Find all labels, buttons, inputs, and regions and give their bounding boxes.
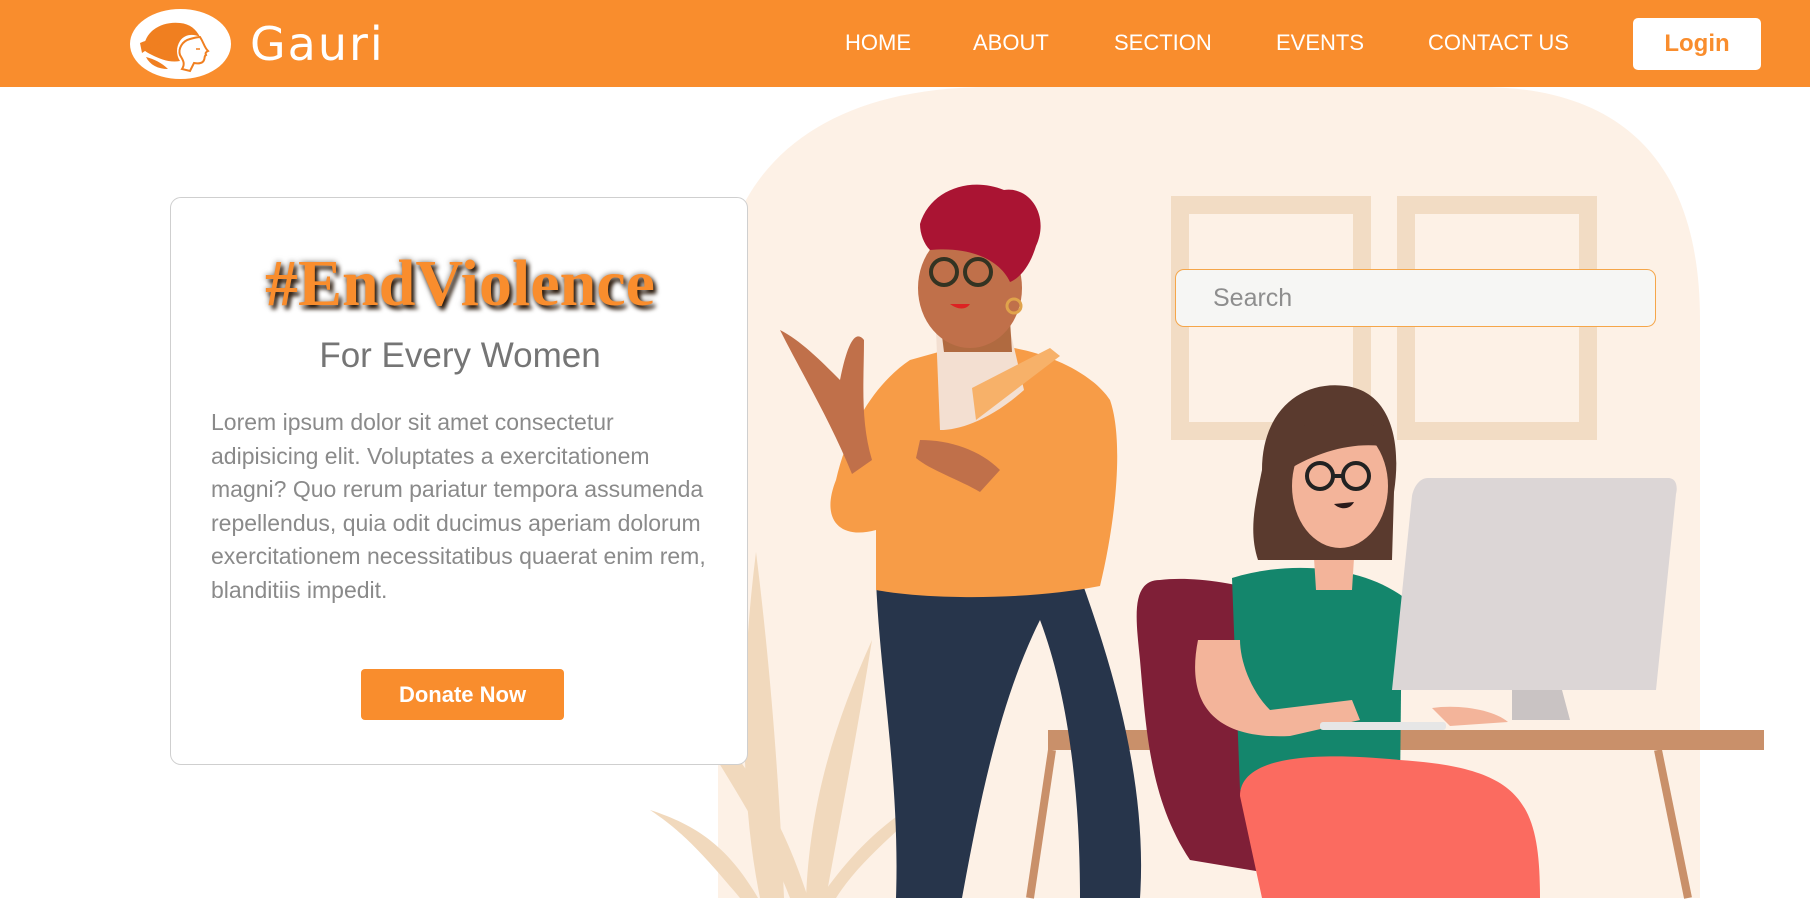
nav-home[interactable]: HOME [845, 28, 911, 58]
top-navbar: Gauri HOME ABOUT SECTION EVENTS CONTACT … [0, 0, 1810, 87]
campaign-description: Lorem ipsum dolor sit amet consectetur a… [211, 409, 706, 603]
campaign-subtitle: For Every Women [319, 336, 601, 375]
nav-events[interactable]: EVENTS [1276, 28, 1364, 58]
campaign-card: #EndViolence For Every Women Lorem ipsum… [170, 197, 748, 765]
campaign-hashtag: #EndViolence [265, 247, 655, 320]
woman-profile-logo-icon[interactable] [130, 9, 231, 79]
nav-section[interactable]: SECTION [1114, 28, 1212, 58]
brand-name[interactable]: Gauri [250, 14, 385, 74]
search-input[interactable] [1175, 269, 1656, 327]
nav-contact-us[interactable]: CONTACT US [1428, 28, 1569, 58]
nav-about[interactable]: ABOUT [973, 28, 1049, 58]
login-button[interactable]: Login [1633, 18, 1761, 70]
donate-now-button[interactable]: Donate Now [361, 669, 564, 720]
